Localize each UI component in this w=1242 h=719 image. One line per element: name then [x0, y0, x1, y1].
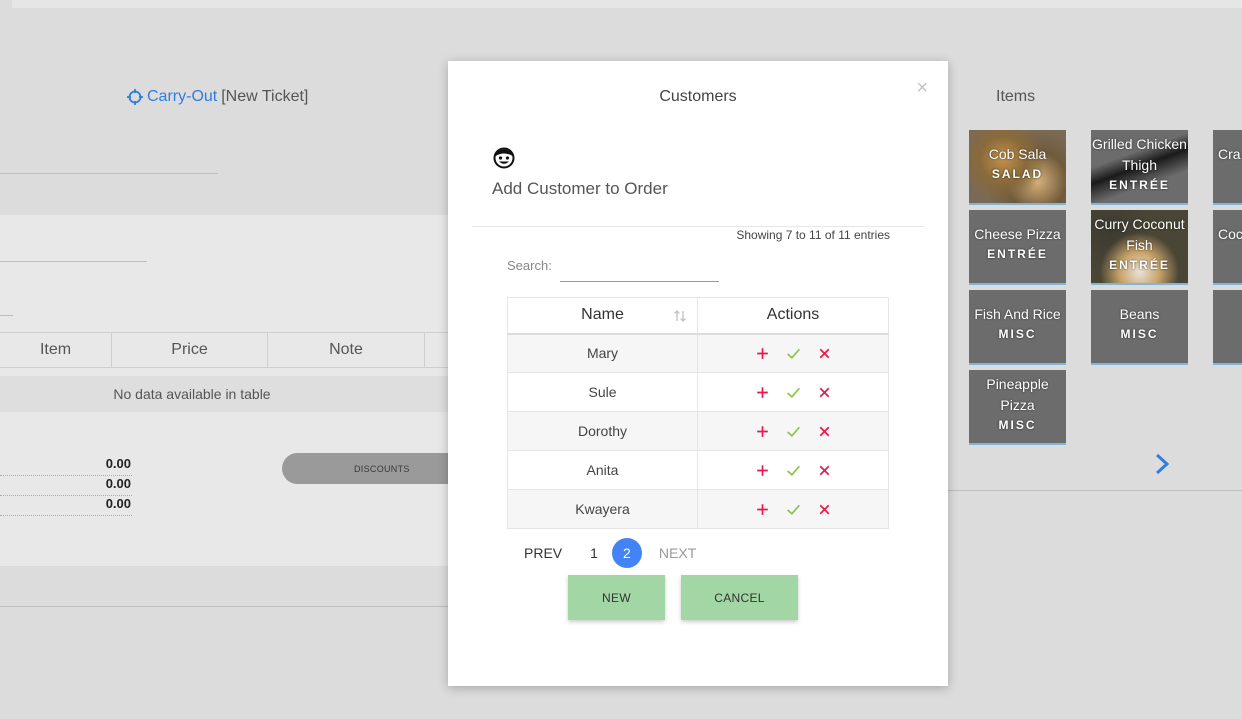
empty-table-message: No data available in table [0, 376, 448, 412]
item-tile[interactable]: Grilled Chicken Thigh ENTRÉE [1091, 130, 1188, 205]
customer-face-icon [493, 147, 515, 169]
pagination: PREV 1 2 NEXT [524, 538, 824, 568]
remove-icon[interactable] [816, 345, 833, 362]
add-icon[interactable] [754, 345, 771, 362]
item-tile[interactable]: Coc [1213, 210, 1242, 285]
customer-name: Dorothy [507, 411, 698, 451]
remove-icon[interactable] [816, 462, 833, 479]
close-icon[interactable]: × [916, 77, 928, 100]
table-row: Mary [507, 333, 889, 373]
divider [0, 173, 218, 174]
add-icon[interactable] [754, 423, 771, 440]
item-tile[interactable]: Pineapple Pizza MISC [969, 370, 1066, 445]
entries-info: Showing 7 to 11 of 11 entries [736, 228, 890, 242]
column-price[interactable]: Price [112, 333, 268, 367]
search-label: Search: [507, 258, 552, 273]
add-customer-heading: Add Customer to Order [492, 179, 668, 198]
column-actions: Actions [697, 297, 889, 335]
divider [0, 315, 13, 316]
check-icon[interactable] [785, 462, 802, 479]
add-icon[interactable] [754, 501, 771, 518]
chevron-right-icon[interactable] [1152, 452, 1172, 476]
page-2-button[interactable]: 2 [611, 538, 642, 568]
item-tile[interactable]: Cra [1213, 130, 1242, 205]
add-icon[interactable] [754, 462, 771, 479]
divider [0, 606, 448, 607]
item-tile[interactable]: Cheese Pizza ENTRÉE [969, 210, 1066, 285]
totals: 0.00 0.00 0.00 [0, 456, 132, 516]
column-extra [425, 333, 448, 367]
discounts-button[interactable]: DISCOUNTS [282, 453, 472, 484]
column-name[interactable]: Name [507, 297, 698, 335]
remove-icon[interactable] [816, 501, 833, 518]
items-title: Items [996, 88, 1036, 105]
sort-icon[interactable] [672, 308, 688, 324]
table-row: Dorothy [507, 411, 889, 451]
search-input[interactable] [560, 254, 719, 282]
customers-modal: Customers × Add Customer to Order Showin… [448, 61, 948, 686]
customer-name: Mary [507, 333, 698, 373]
order-table-header: Item Price Note [0, 332, 448, 368]
new-customer-button[interactable]: NEW [568, 575, 665, 620]
customer-name: Sule [507, 372, 698, 412]
check-icon[interactable] [785, 423, 802, 440]
item-tile[interactable]: Cob Sala SALAD [969, 130, 1066, 205]
carry-out-link[interactable]: Carry-Out [147, 88, 217, 106]
modal-title: Customers [659, 88, 737, 105]
add-icon[interactable] [754, 384, 771, 401]
column-note[interactable]: Note [268, 333, 425, 367]
cancel-button[interactable]: CANCEL [681, 575, 798, 620]
total-value: 0.00 [0, 496, 132, 516]
customer-name: Anita [507, 450, 698, 490]
column-item[interactable]: Item [0, 333, 112, 367]
table-row: Anita [507, 450, 889, 490]
crosshair-icon [127, 89, 143, 105]
divider [472, 226, 924, 227]
prev-page-button[interactable]: PREV [524, 545, 562, 561]
ticket-label: [New Ticket] [221, 88, 309, 105]
table-row: Sule [507, 372, 889, 412]
remove-icon[interactable] [816, 384, 833, 401]
check-icon[interactable] [785, 345, 802, 362]
remove-icon[interactable] [816, 423, 833, 440]
item-tile[interactable]: Beans MISC [1091, 290, 1188, 365]
check-icon[interactable] [785, 384, 802, 401]
table-row: Kwayera [507, 489, 889, 529]
divider [948, 490, 1242, 491]
top-bar [12, 0, 1242, 8]
item-tile[interactable] [1213, 290, 1242, 365]
check-icon[interactable] [785, 501, 802, 518]
page-1-button[interactable]: 1 [590, 545, 598, 561]
item-tile[interactable]: Curry Coconut Fish ENTRÉE [1091, 210, 1188, 285]
customer-name: Kwayera [507, 489, 698, 529]
item-tile[interactable]: Fish And Rice MISC [969, 290, 1066, 365]
ticket-title: Carry-Out [New Ticket] [127, 88, 308, 106]
total-value: 0.00 [0, 476, 132, 496]
total-value: 0.00 [0, 456, 132, 476]
customers-table: Name Actions Mary Sule Dorothy Anita Kwa… [507, 297, 889, 529]
divider [0, 261, 147, 262]
next-page-button[interactable]: NEXT [659, 545, 696, 561]
